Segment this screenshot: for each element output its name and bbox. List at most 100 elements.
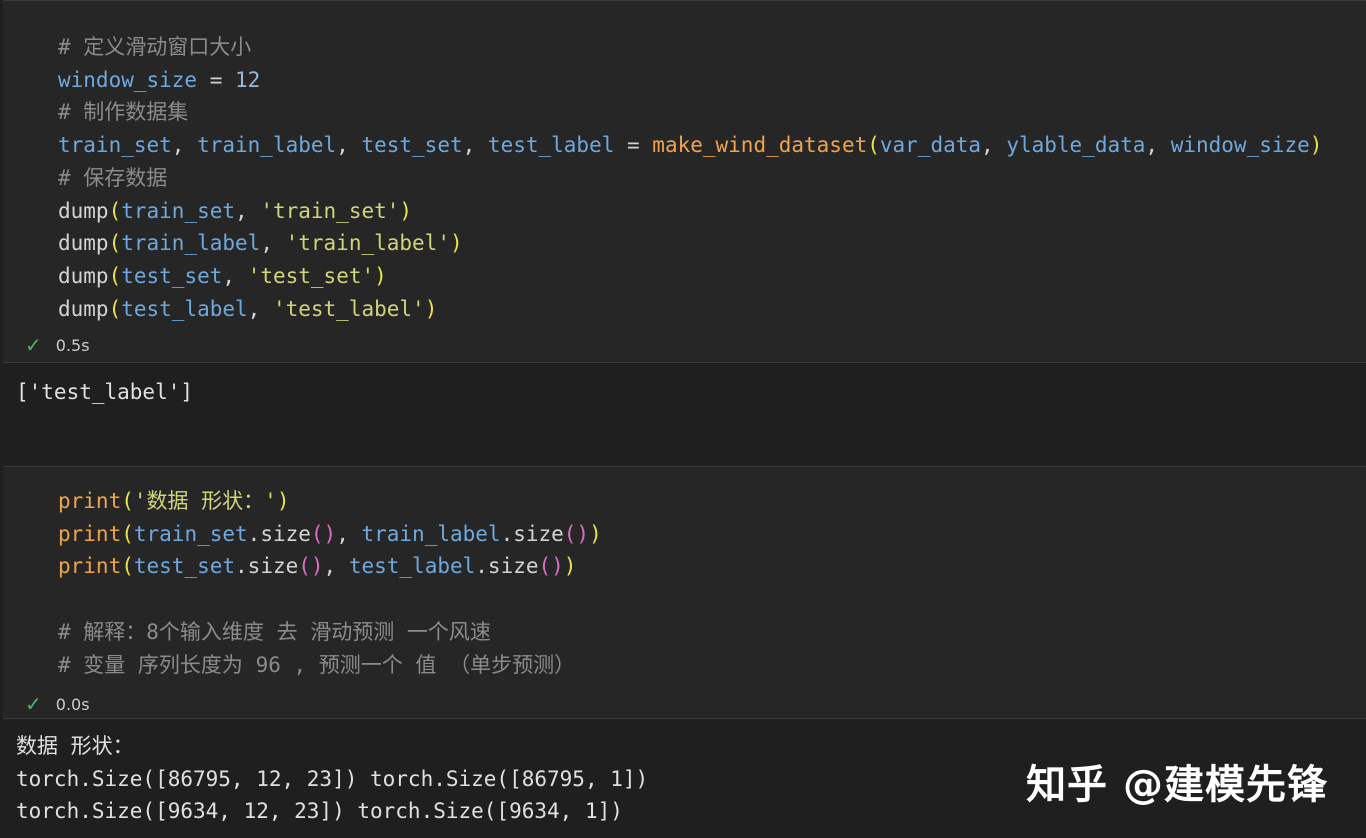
code-token: ,	[336, 521, 362, 546]
code-token: train_set	[121, 198, 236, 223]
code-token: print	[58, 521, 122, 546]
code-token: test_label	[121, 296, 248, 321]
code-token: dump	[58, 263, 109, 288]
code-token: )	[276, 489, 290, 513]
code-token: .size	[500, 521, 564, 546]
execution-time: 0.5s	[55, 335, 90, 355]
code-token: (	[867, 133, 880, 158]
code-line: dump(train_label, 'train_label')	[58, 227, 1322, 260]
code-token: ()	[538, 554, 564, 579]
code-token: (	[121, 489, 134, 513]
code-token: test_set	[121, 263, 223, 288]
code-token: window_size	[1170, 133, 1310, 158]
code-token: ,	[235, 198, 261, 223]
code-line: # 制作数据集	[58, 96, 1322, 129]
code-token: dump	[58, 231, 109, 256]
code-token: (	[108, 231, 122, 256]
code-token: train_label	[361, 521, 501, 546]
code-token: )	[449, 231, 463, 256]
code-token: )	[1309, 133, 1323, 158]
code-token: .size	[247, 521, 311, 546]
code-line: # 变量 序列长度为 96 , 预测一个 值 （单步预测）	[58, 649, 602, 682]
code-token: 'test_set'	[247, 263, 375, 288]
code-token: var_data	[879, 133, 982, 158]
code-line: print(test_set.size(), test_label.size()…	[58, 550, 602, 583]
code-token: =	[614, 133, 653, 158]
code-line: # 解释：8个输入维度 去 滑动预测 一个风速	[58, 616, 602, 649]
code-token: ,	[1145, 133, 1171, 158]
code-token: (	[108, 296, 122, 321]
code-token: test_label	[348, 554, 476, 579]
code-token: ,	[462, 133, 488, 158]
code-token: (	[121, 554, 134, 579]
code-token: 'train_set'	[260, 198, 400, 223]
execution-time: 0.0s	[55, 694, 90, 714]
code-token: train_label	[121, 231, 261, 256]
code-token: '数据 形状：'	[133, 489, 277, 513]
code-token: )	[563, 554, 577, 579]
code-token: 'train_label'	[285, 231, 450, 256]
code-token: (	[121, 521, 134, 546]
code-token: print	[58, 489, 122, 513]
code-token: train_set	[133, 521, 248, 546]
code-token: # 变量 序列长度为 96 , 预测一个 值 （单步预测）	[58, 652, 576, 677]
code-token: .size	[475, 554, 539, 579]
code-token: train_set	[58, 133, 172, 158]
code-token: )	[589, 521, 602, 546]
check-icon: ✓	[25, 333, 42, 357]
execution-status: ✓ 0.0s	[25, 694, 90, 714]
code-token: # 定义滑动窗口大小	[58, 35, 252, 59]
code-token: ()	[298, 554, 324, 579]
code-token: =	[197, 67, 236, 92]
code-token: )	[424, 296, 438, 321]
code-token: ,	[171, 133, 198, 158]
code-line: print('数据 形状：')	[58, 485, 602, 518]
code-editor[interactable]: # 定义滑动窗口大小 window_size = 12 # 制作数据集 train_s…	[58, 31, 1322, 325]
code-token: (	[108, 263, 122, 288]
output-line: ['test_label']	[16, 380, 194, 404]
output-line: 数据 形状：	[16, 734, 134, 758]
cell-output: 数据 形状： torch.Size([86795, 12, 23]) torch.…	[16, 730, 648, 828]
code-cell-1[interactable]: # 定义滑动窗口大小 window_size = 12 # 制作数据集 train_s…	[3, 0, 1366, 363]
code-line: dump(train_set, 'train_set')	[58, 195, 1322, 228]
code-token: ()	[563, 521, 590, 546]
code-token: print	[58, 554, 122, 579]
code-token: ,	[260, 231, 286, 256]
code-token: dump	[58, 296, 109, 321]
output-line: torch.Size([86795, 12, 23]) torch.Size([…	[16, 766, 649, 791]
execution-status: ✓ 0.5s	[25, 335, 90, 355]
code-token: )	[399, 198, 413, 223]
watermark: 知乎 @建模先锋	[1026, 762, 1328, 808]
code-token: ,	[247, 296, 273, 321]
code-token: .size	[235, 554, 299, 579]
code-token: ,	[336, 133, 362, 158]
code-token: # 制作数据集	[58, 100, 189, 125]
code-token: # 解释：8个输入维度 去 滑动预测 一个风速	[58, 619, 491, 644]
code-token: 12	[235, 67, 261, 92]
cell-output: ['test_label']	[16, 376, 193, 409]
code-line: train_set, train_label, test_set, test_l…	[58, 129, 1322, 162]
code-token: ,	[323, 554, 349, 579]
code-token: train_label	[197, 133, 337, 158]
code-token: ,	[222, 263, 248, 288]
code-token: window_size	[58, 67, 198, 92]
code-line: print(train_set.size(), train_label.size…	[58, 518, 602, 551]
output-line: torch.Size([9634, 12, 23]) torch.Size([9…	[16, 799, 623, 824]
code-line: # 定义滑动窗口大小	[58, 31, 1322, 64]
code-token: )	[374, 263, 387, 288]
code-token: make_wind_dataset	[652, 133, 868, 158]
code-line: dump(test_label, 'test_label')	[58, 293, 1322, 326]
code-token: 'test_label'	[272, 296, 425, 321]
code-editor[interactable]: print('数据 形状：') print(train_set.size(), t…	[58, 485, 602, 681]
code-token: test_set	[361, 133, 463, 158]
code-token: ylable_data	[1006, 133, 1146, 158]
code-token: test_set	[133, 554, 236, 579]
code-token: ,	[981, 133, 1007, 158]
code-token: dump	[58, 198, 109, 223]
code-cell-2[interactable]: print('数据 形状：') print(train_set.size(), t…	[3, 466, 1366, 719]
check-icon: ✓	[25, 692, 42, 716]
code-token: # 保存数据	[58, 165, 168, 190]
code-line: dump(test_set, 'test_set')	[58, 260, 1322, 293]
code-token: ()	[310, 521, 337, 546]
